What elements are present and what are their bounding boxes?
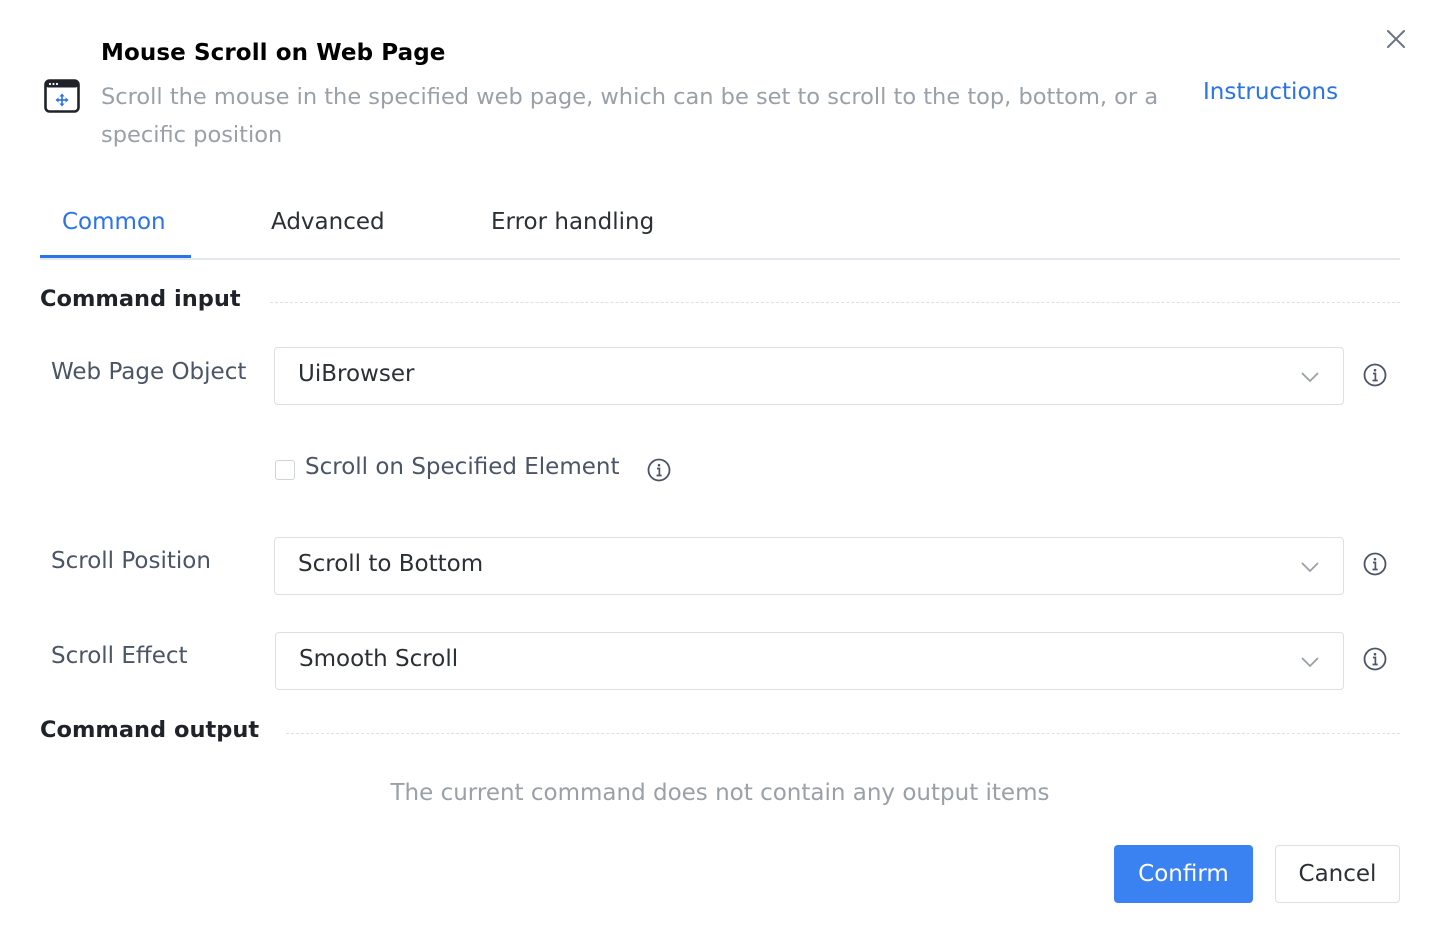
- scroll-position-value: Scroll to Bottom: [298, 551, 484, 577]
- browser-window-move-icon: [44, 79, 80, 113]
- info-icon[interactable]: [646, 457, 672, 483]
- dialog-title: Mouse Scroll on Web Page: [101, 40, 446, 66]
- info-icon[interactable]: [1362, 362, 1388, 388]
- tab-bar: Common Advanced Error handling: [40, 200, 1400, 260]
- scroll-effect-select[interactable]: Smooth Scroll: [275, 632, 1344, 690]
- scroll-effect-value: Smooth Scroll: [299, 646, 459, 672]
- tab-common[interactable]: Common: [62, 209, 166, 235]
- scroll-effect-label: Scroll Effect: [51, 643, 188, 669]
- section-title-command-input: Command input: [40, 286, 241, 312]
- instructions-link[interactable]: Instructions: [1203, 79, 1338, 105]
- tab-advanced[interactable]: Advanced: [271, 209, 385, 235]
- active-tab-indicator: [40, 255, 191, 258]
- web-page-object-value: UiBrowser: [298, 361, 415, 387]
- dialog-description: Scroll the mouse in the specified web pa…: [101, 84, 1159, 148]
- section-divider: [270, 302, 1400, 303]
- web-page-object-label: Web Page Object: [51, 359, 247, 385]
- tab-error-handling[interactable]: Error handling: [491, 209, 654, 235]
- scroll-on-element-label[interactable]: Scroll on Specified Element: [305, 454, 619, 480]
- info-icon[interactable]: [1362, 646, 1388, 672]
- scroll-position-label: Scroll Position: [51, 548, 211, 574]
- chevron-down-icon: [1301, 372, 1319, 383]
- confirm-button[interactable]: Confirm: [1114, 845, 1253, 903]
- info-icon[interactable]: [1362, 551, 1388, 577]
- web-page-object-select[interactable]: UiBrowser: [274, 347, 1344, 405]
- scroll-position-select[interactable]: Scroll to Bottom: [274, 537, 1344, 595]
- close-icon[interactable]: [1381, 24, 1411, 54]
- mouse-scroll-dialog: Mouse Scroll on Web Page Scroll the mous…: [0, 0, 1440, 942]
- section-divider: [286, 733, 1400, 734]
- chevron-down-icon: [1301, 562, 1319, 573]
- section-title-command-output: Command output: [40, 717, 260, 743]
- scroll-on-element-checkbox[interactable]: [275, 460, 295, 480]
- chevron-down-icon: [1301, 657, 1319, 668]
- empty-output-message: The current command does not contain any…: [390, 780, 1050, 806]
- cancel-button[interactable]: Cancel: [1275, 845, 1400, 903]
